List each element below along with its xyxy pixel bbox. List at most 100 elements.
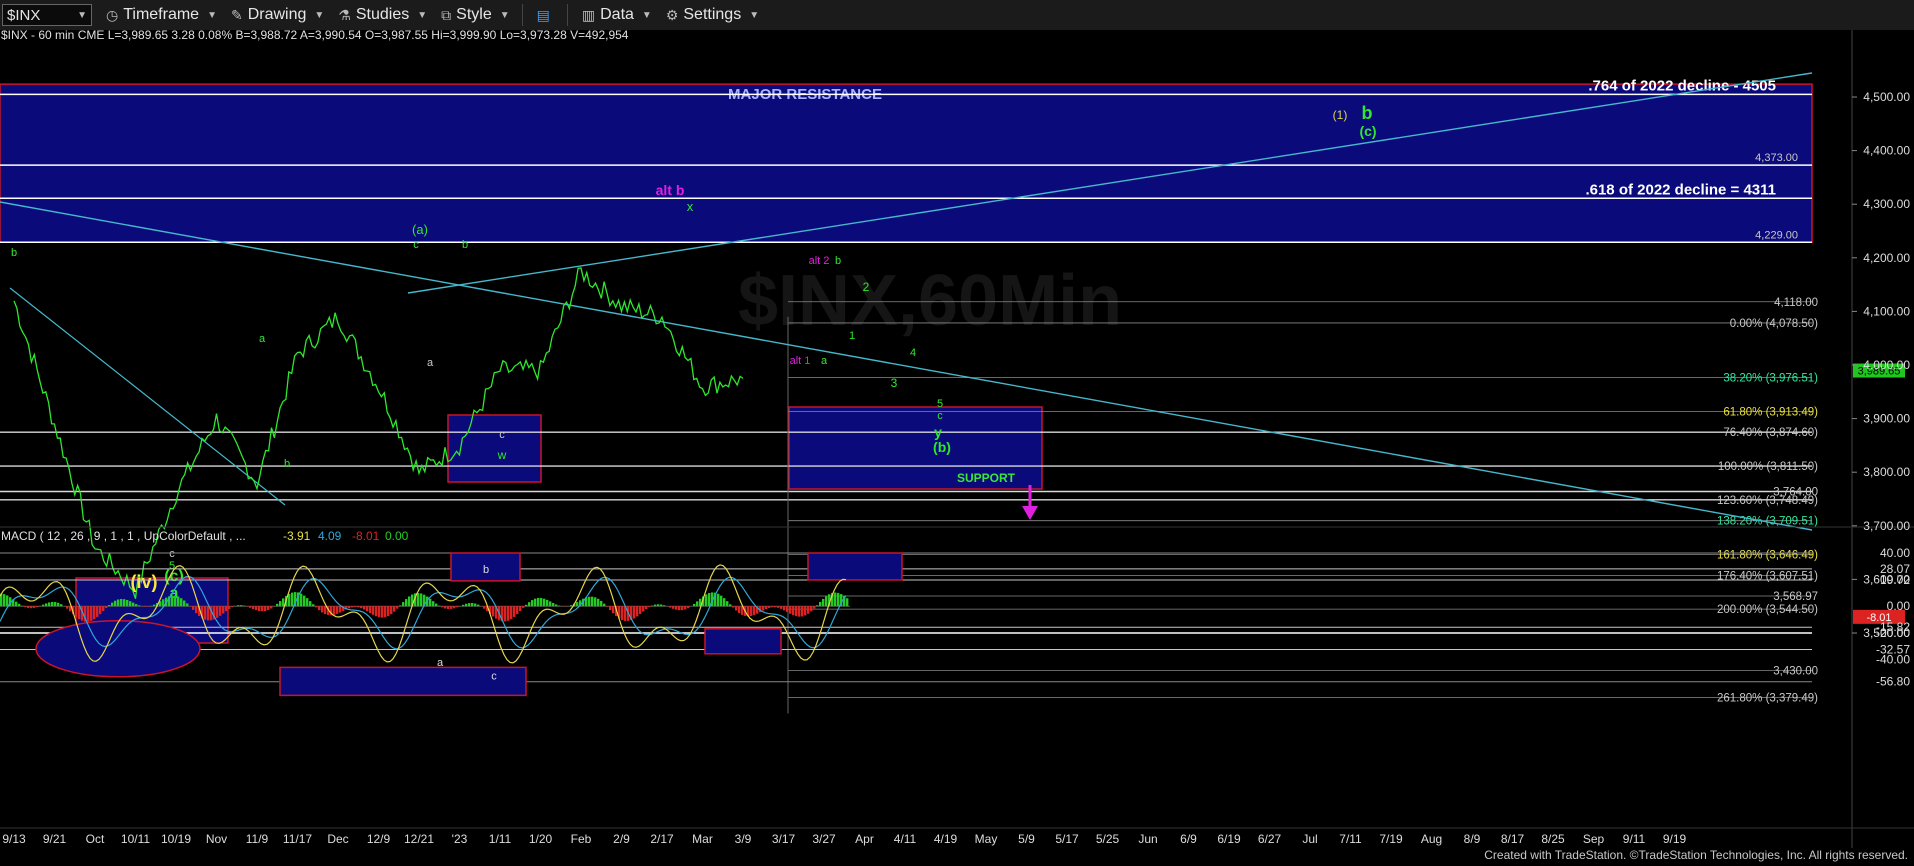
macd-hist-bar — [303, 595, 306, 607]
macd-hist-bar — [258, 606, 261, 611]
fib-label: 123.60% (3,748.49) — [1717, 495, 1818, 507]
style-menu[interactable]: ⧉ Style ▼ — [441, 6, 509, 24]
macd-hist-bar — [441, 606, 444, 608]
macd-hist-bar — [228, 606, 231, 609]
data-menu[interactable]: ▥ Data ▼ — [582, 6, 652, 24]
macd-hist-bar — [678, 606, 681, 611]
macd-hist-bar — [633, 606, 636, 619]
x-tick-label: 8/25 — [1541, 832, 1565, 846]
studies-menu[interactable]: ⚗ Studies ▼ — [338, 6, 427, 24]
x-tick-label: 7/19 — [1379, 832, 1403, 846]
resistance-line-label: 4,229.00 — [1755, 229, 1798, 241]
wave-label: b — [462, 239, 468, 251]
symbol-input[interactable]: $INX ▼ — [2, 4, 92, 26]
macd-hist-bar — [48, 602, 51, 607]
wave-label: (1) — [1333, 108, 1348, 122]
macd-box-label: c — [491, 670, 497, 682]
macd-hist-bar — [576, 602, 579, 607]
macd-hist-bar — [336, 606, 339, 614]
macd-hist-bar — [321, 606, 324, 613]
settings-menu[interactable]: ⚙ Settings ▼ — [666, 6, 759, 24]
macd-hist-bar — [75, 606, 78, 617]
macd-hist-bar — [384, 606, 387, 618]
macd-hist-bar — [492, 606, 495, 617]
macd-hist-bar — [6, 595, 9, 607]
macd-hist-bar — [138, 605, 141, 607]
x-tick-label: 9/19 — [1663, 832, 1687, 846]
x-tick-label: 8/17 — [1501, 832, 1525, 846]
macd-hist-bar — [237, 605, 240, 607]
macd-hist-bar — [642, 606, 645, 612]
macd-hist-bar — [30, 606, 33, 609]
macd-hist-bar — [510, 606, 513, 620]
macd-hist-bar — [522, 606, 525, 608]
fib-label: 0.00% (4,078.50) — [1730, 318, 1818, 330]
x-tick-label: 11/9 — [246, 832, 269, 846]
macd-hist-bar — [54, 602, 57, 607]
y-tick-label: 3,700.00 — [1863, 519, 1910, 533]
macd-hist-bar — [312, 604, 315, 607]
style-icon: ⧉ — [441, 6, 452, 23]
macd-hist-bar — [375, 606, 378, 617]
macd-hist-bar — [798, 606, 801, 617]
fib-label: 3,568.97 — [1773, 591, 1818, 603]
macd-hist-bar — [720, 595, 723, 607]
wave-label: a — [821, 355, 828, 367]
macd-hist-bar — [846, 598, 849, 607]
timeframe-menu[interactable]: ◷ Timeframe ▼ — [106, 6, 217, 24]
wave-label: alt 2 — [809, 255, 830, 267]
macd-hist-bar — [99, 606, 102, 615]
macd-hist-bar — [768, 606, 771, 608]
macd-hist-bar — [93, 606, 96, 620]
y-tick-label: 4,400.00 — [1863, 144, 1910, 158]
wave-label: (c) — [1359, 123, 1376, 139]
macd-hist-bar — [462, 604, 465, 607]
macd-hist-bar — [114, 600, 117, 607]
macd-value-1: -3.91 — [283, 529, 311, 543]
macd-hist-bar — [183, 600, 186, 607]
chevron-down-icon[interactable]: ▼ — [77, 10, 87, 21]
macd-hist-bar — [204, 606, 207, 620]
x-tick-label: 3/17 — [772, 832, 796, 846]
x-tick-label: 2/9 — [613, 832, 630, 846]
macd-hist-bar — [594, 597, 597, 607]
macd-hist-bar — [339, 606, 342, 613]
macd-hist-bar — [660, 604, 663, 607]
macd-hist-bar — [825, 596, 828, 607]
wave-label: a — [427, 357, 434, 369]
chart-area[interactable]: $INX,60Min $INX - 60 min CME L=3,989.65 … — [0, 30, 1914, 848]
x-tick-label: 4/11 — [894, 832, 917, 846]
macd-hist-bar — [45, 603, 48, 607]
macd-hist-bar — [288, 593, 291, 607]
macd-hist-bar — [231, 606, 234, 608]
fib-label: 61.80% (3,913.49) — [1723, 406, 1818, 418]
macd-hist-bar — [57, 602, 60, 607]
macd-hist-bar — [177, 596, 180, 607]
x-tick-label: 6/27 — [1258, 832, 1282, 846]
macd-hist-bar — [453, 606, 456, 609]
data-label: Data — [600, 6, 634, 23]
macd-hist-bar — [723, 598, 726, 607]
x-tick-label: 10/19 — [161, 832, 191, 846]
timeframe-label: Timeframe — [123, 6, 200, 23]
macd-hist-bar — [552, 602, 555, 607]
toolbar-divider — [566, 4, 568, 26]
macd-hist-bar — [612, 606, 615, 614]
y-tick-label: 4,200.00 — [1863, 251, 1910, 265]
macd-hist-bar — [36, 606, 39, 608]
y-tick-label: 4,000.00 — [1863, 358, 1910, 372]
macd-hist-bar — [207, 606, 210, 621]
macd-hist-bar — [255, 606, 258, 611]
drawing-menu[interactable]: ✎ Drawing ▼ — [231, 6, 324, 24]
x-tick-label: Nov — [206, 832, 227, 846]
wave-label: x — [687, 199, 694, 214]
symbol-text: $INX — [7, 6, 41, 24]
macd-hist-bar — [726, 601, 729, 607]
layout-button[interactable]: ▤ — [537, 7, 555, 24]
macd-hist-bar — [519, 606, 522, 612]
chevron-down-icon: ▼ — [417, 9, 428, 21]
wave-label: b — [1362, 103, 1373, 123]
price-header: $INX - 60 min CME L=3,989.65 3.28 0.08% … — [1, 30, 629, 42]
macd-hist-bar — [435, 603, 438, 607]
macd-hist-bar — [537, 597, 540, 607]
